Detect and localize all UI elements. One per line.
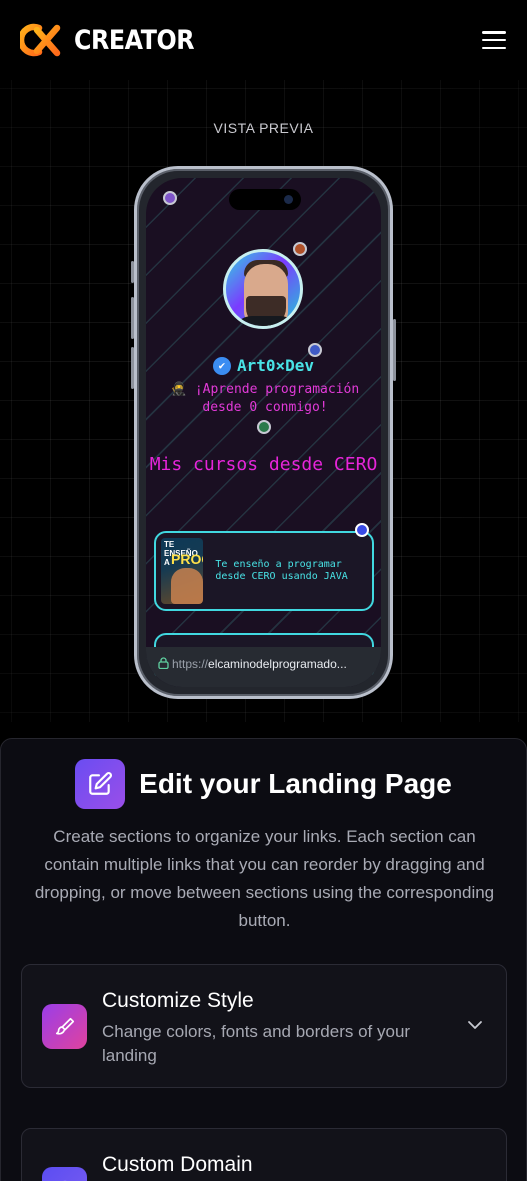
url-domain: elcaminodelprogramado... [208, 657, 347, 671]
phone-screen: ✔ Art0×Dev 🥷 ¡Aprende programación desde… [146, 178, 381, 687]
hamburger-menu-icon[interactable] [481, 29, 507, 51]
decorative-dot [257, 420, 271, 434]
panel-header: Edit your Landing Page [1, 759, 526, 809]
phone-side-button [131, 261, 134, 283]
decorative-dot [293, 242, 307, 256]
panel-title: Edit your Landing Page [139, 768, 452, 799]
lock-icon [158, 656, 169, 672]
browser-url-bar[interactable]: https://elcaminodelprogramado... [146, 647, 381, 687]
phone-side-button [131, 347, 134, 389]
editor-panel: Edit your Landing Page Create sections t… [0, 738, 527, 1181]
profile-name-row: ✔ Art0×Dev [146, 356, 381, 375]
edit-icon [75, 759, 126, 809]
preview-area: VISTA PREVIA ✔ Art0×Dev 🥷 ¡Aprende progr… [0, 80, 527, 722]
link-thumbnail: TE ENSEÑO A PROGRAI DE [161, 538, 204, 604]
link-card[interactable]: TE ENSEÑO A PROGRAI DE Te enseño a progr… [154, 531, 374, 611]
verified-badge-icon: ✔ [212, 356, 231, 375]
option-title: Customize Style [102, 989, 254, 1012]
brand-name: CREATOR [74, 24, 195, 56]
phone-side-button [393, 319, 396, 381]
top-header: CREATOR [0, 0, 527, 80]
custom-domain-option[interactable]: Custom Domain [21, 1128, 507, 1181]
thumbnail-text: PROGRAI [171, 551, 203, 567]
link-title: Te enseño a programar desde CERO usando … [215, 559, 348, 582]
creator-logo-icon [17, 20, 66, 60]
url-prefix: https:// [172, 657, 209, 671]
dynamic-island [229, 189, 301, 210]
customize-style-option[interactable]: Customize Style Change colors, fonts and… [21, 964, 507, 1088]
option-title: Custom Domain [102, 1153, 253, 1176]
profile-name: Art0×Dev [236, 356, 315, 375]
profile-bio: 🥷 ¡Aprende programación desde 0 conmigo! [170, 382, 360, 415]
globe-icon [42, 1167, 87, 1181]
avatar [223, 249, 303, 329]
phone-side-button [131, 297, 134, 339]
section-title: Mis cursos desde CERO [149, 454, 378, 475]
phone-mockup: ✔ Art0×Dev 🥷 ¡Aprende programación desde… [131, 166, 396, 699]
panel-description: Create sections to organize your links. … [34, 827, 495, 930]
brand-logo[interactable]: CREATOR [17, 20, 211, 60]
preview-label: VISTA PREVIA [213, 120, 314, 136]
decorative-dot [308, 343, 322, 357]
decorative-dot [355, 523, 369, 537]
chevron-down-icon[interactable] [466, 1016, 484, 1034]
decorative-dot [163, 191, 177, 205]
option-description: Change colors, fonts and borders of your… [102, 1022, 411, 1065]
paintbrush-icon [42, 1004, 87, 1049]
